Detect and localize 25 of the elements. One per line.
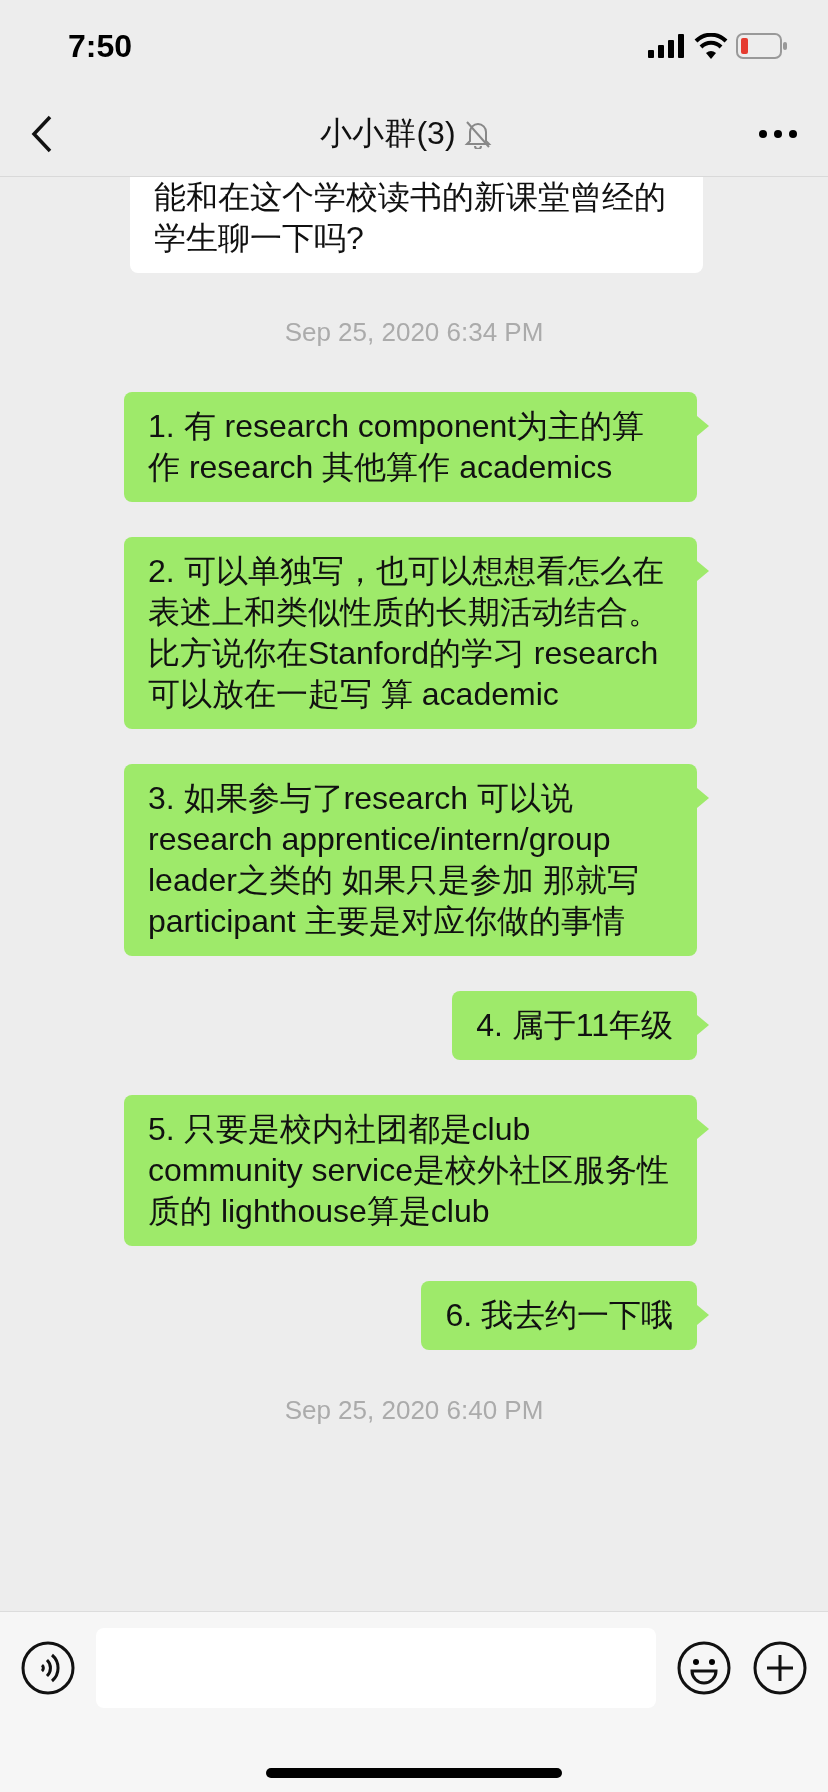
emoji-button[interactable] [676,1640,732,1696]
timestamp: Sep 25, 2020 6:34 PM [284,317,544,348]
bubble-tail [697,1119,709,1139]
bubble-tail [697,788,709,808]
bubble-tail [697,1015,709,1035]
signal-icon [648,34,686,58]
add-button[interactable] [752,1640,808,1696]
message-bubble: 1. 有 research component为主的算作 research 其他算作 academics [124,392,697,502]
message-bubble: 3. 如果参与了research 可以说 research apprentice/intern/group leader之类的 如果只是参加 那就写participant 主要是对应你做的事情 [124,764,697,956]
message-bubble: 4. 属于11年级 [452,991,697,1060]
bubble-tail [697,416,709,436]
message-bubble: 6. 我去约一下哦 [421,1281,697,1350]
message-bubble: 2. 可以单独写，也可以想想看怎么在表述上和类似性质的长期活动结合。比方说你在Stanford的学习 research可以放在一起写 算 academic [124,537,697,729]
timestamp: Sep 25, 2020 6:40 PM [284,1395,544,1426]
chat-title: 小小群(3) [320,114,456,153]
bubble-tail [697,561,709,581]
battery-icon [736,33,788,59]
wifi-icon [694,33,728,59]
message-bubble: 能和在这个学校读书的新课堂曾经的学生聊一下吗? [130,177,703,273]
message-bubble: 5. 只要是校内社团都是club community service是校外社区服务性质的 lighthouse算是club [124,1095,697,1246]
back-button[interactable] [30,114,54,154]
voice-button[interactable] [20,1640,76,1696]
more-button[interactable] [758,129,798,139]
bubble-tail [697,1305,709,1325]
status-time: 7:50 [68,27,133,65]
